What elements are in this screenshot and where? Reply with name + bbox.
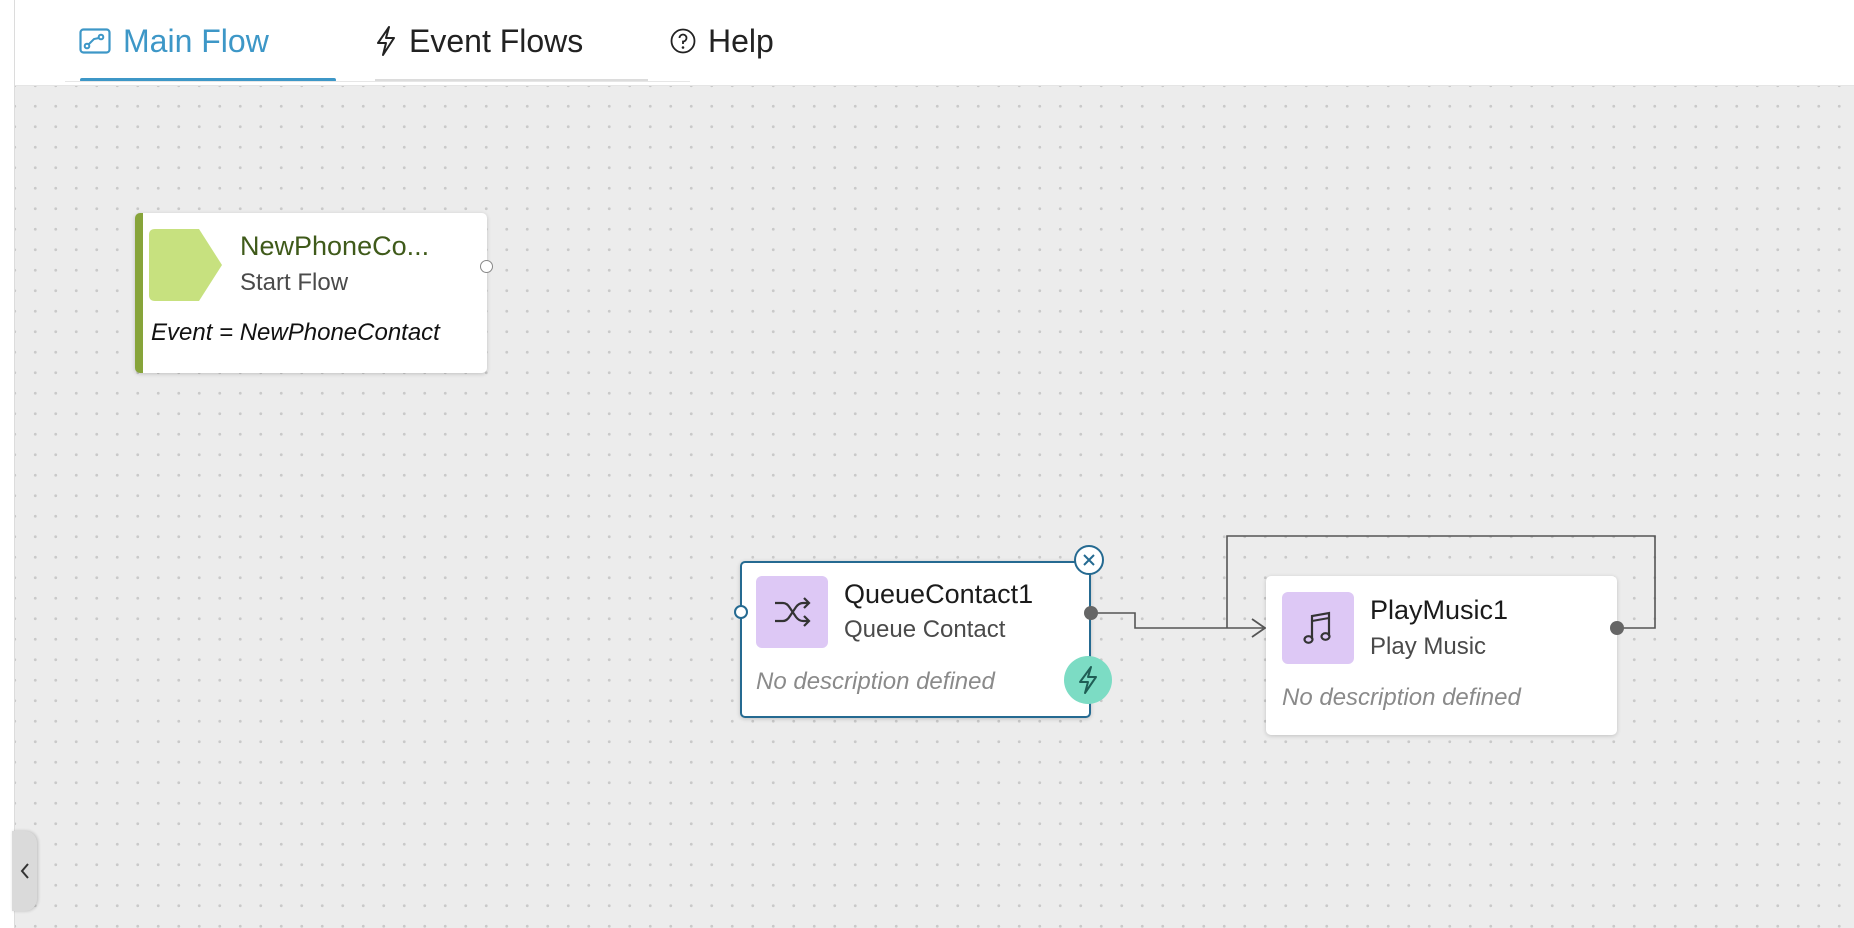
start-node-type: Start Flow (240, 269, 349, 296)
tab-help[interactable]: Help (670, 0, 774, 82)
delete-node-button[interactable] (1074, 545, 1104, 575)
start-flow-node[interactable]: NewPhoneCo... Start Flow Event = NewPhon… (135, 213, 487, 373)
start-arrow-shape (149, 229, 222, 301)
music-node-description: No description defined (1282, 684, 1521, 711)
close-icon (1083, 554, 1095, 566)
start-output-port[interactable] (480, 260, 493, 273)
tab-main-flow[interactable]: Main Flow (79, 0, 269, 82)
start-node-title: NewPhoneCo... (240, 231, 430, 261)
queue-node-type: Queue Contact (844, 616, 1006, 643)
tab-bar: Main Flow Event Flows Help (15, 0, 1854, 86)
question-circle-icon (670, 28, 696, 54)
shuffle-icon (756, 576, 828, 648)
queue-input-port[interactable] (734, 605, 748, 619)
panel-collapse-toggle[interactable] (12, 831, 37, 911)
queue-output-port[interactable] (1084, 606, 1098, 620)
tab-main-flow-label: Main Flow (123, 22, 269, 59)
chevron-left-icon (20, 863, 29, 879)
event-handler-button[interactable] (1064, 656, 1112, 704)
tab-event-flows-label: Event Flows (409, 22, 584, 59)
queue-node-title: QueueContact1 (844, 579, 1034, 609)
music-node-type: Play Music (1370, 633, 1487, 660)
tab-help-label: Help (708, 22, 774, 59)
lightning-icon (1079, 666, 1097, 694)
queue-contact-node[interactable]: QueueContact1 Queue Contact No descripti… (740, 561, 1091, 718)
play-music-node[interactable]: PlayMusic1 Play Music No description def… (1266, 576, 1617, 735)
music-output-port[interactable] (1610, 621, 1624, 635)
queue-node-description: No description defined (756, 668, 995, 695)
start-node-event: Event = NewPhoneContact (151, 319, 440, 346)
tab-baseline (65, 81, 690, 82)
flow-diagram-icon (79, 28, 111, 54)
music-note-icon (1282, 592, 1354, 664)
tab-event-flows[interactable]: Event Flows (375, 0, 583, 82)
music-node-title: PlayMusic1 (1370, 595, 1509, 625)
lightning-icon (375, 25, 397, 57)
